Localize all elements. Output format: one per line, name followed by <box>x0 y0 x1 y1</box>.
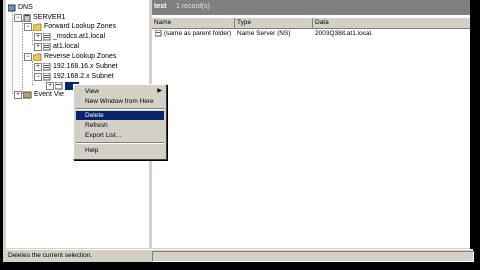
zone-icon <box>43 63 51 71</box>
menu-item-export-list[interactable]: Export List... <box>76 131 164 140</box>
zone-icon <box>43 73 51 81</box>
collapse-icon[interactable]: − <box>34 73 42 81</box>
expand-icon[interactable]: + <box>34 33 42 41</box>
menu-item-refresh[interactable]: Refresh <box>76 121 164 130</box>
zone-icon <box>43 33 51 41</box>
cell-data: 2003Q38it.at1.local. <box>315 30 373 37</box>
tree-line <box>12 10 13 94</box>
collapse-icon[interactable]: − <box>14 14 22 22</box>
expand-icon[interactable]: + <box>14 91 22 99</box>
menu-item-new-window[interactable]: New Window from Here <box>76 97 164 106</box>
tree-label: at1.local <box>53 43 80 50</box>
zone-icon <box>55 82 63 90</box>
column-header-name[interactable]: Name <box>152 18 235 28</box>
status-panel <box>152 251 474 262</box>
folder-icon <box>33 53 42 61</box>
column-header-type[interactable]: Type <box>235 18 313 28</box>
menu-label: Delete <box>85 112 104 119</box>
details-header: test 1 record(s) <box>152 0 470 15</box>
menu-label: Export List... <box>85 132 122 139</box>
tree-line <box>32 61 33 85</box>
expand-icon[interactable]: + <box>34 43 42 51</box>
context-menu: View ▶ New Window from Here Delete Refre… <box>73 84 167 160</box>
tree-label: DNS <box>18 4 33 11</box>
menu-label: Refresh <box>85 122 108 129</box>
menu-separator <box>76 108 164 110</box>
zone-icon <box>43 43 51 51</box>
column-header-row: Name Type Data <box>152 17 470 29</box>
menu-label: View <box>85 88 99 95</box>
menu-label: New Window from Here <box>85 98 154 105</box>
event-viewer-icon <box>23 91 32 99</box>
dns-icon <box>8 4 16 12</box>
details-pane: test 1 record(s) Name Type Data (same as… <box>152 0 470 248</box>
tree-label: Forward Lookup Zones <box>44 23 116 30</box>
menu-item-view[interactable]: View ▶ <box>76 87 164 96</box>
collapse-icon[interactable]: − <box>24 23 32 31</box>
details-title: test <box>154 3 167 10</box>
status-bar: Deletes the current selection. <box>6 249 474 262</box>
column-header-data[interactable]: Data <box>313 18 469 28</box>
cell-name: (same as parent folder) <box>164 30 232 37</box>
table-row[interactable]: (same as parent folder) Name Server (NS)… <box>152 29 470 38</box>
menu-item-delete[interactable]: Delete <box>76 111 164 120</box>
tree-label: Event Vie <box>34 91 64 98</box>
submenu-arrow-icon: ▶ <box>157 88 162 94</box>
expand-icon[interactable]: + <box>46 82 54 90</box>
collapse-icon[interactable]: − <box>24 53 32 61</box>
menu-separator <box>76 142 164 144</box>
tree-label: 192.168.16.x Subnet <box>53 63 118 70</box>
server-icon <box>23 14 31 22</box>
expand-icon[interactable]: + <box>34 63 42 71</box>
dns-console-window: DNS − SERVER1 − Forward Lookup Zones + _… <box>3 0 474 262</box>
tree-line <box>32 30 33 45</box>
tree-label: 192.168.2.x Subnet <box>53 73 114 80</box>
tree-line <box>22 20 23 94</box>
tree-label: _msdcs.at1.local <box>53 33 106 40</box>
menu-item-help[interactable]: Help <box>76 146 164 155</box>
cell-type: Name Server (NS) <box>237 30 291 37</box>
record-count: 1 record(s) <box>176 3 210 10</box>
right-black-border <box>470 0 480 270</box>
record-icon <box>154 29 162 40</box>
menu-label: Help <box>85 147 99 154</box>
status-text: Deletes the current selection. <box>8 252 93 259</box>
tree-label: Reverse Lookup Zones <box>44 53 117 60</box>
folder-icon <box>33 23 42 31</box>
